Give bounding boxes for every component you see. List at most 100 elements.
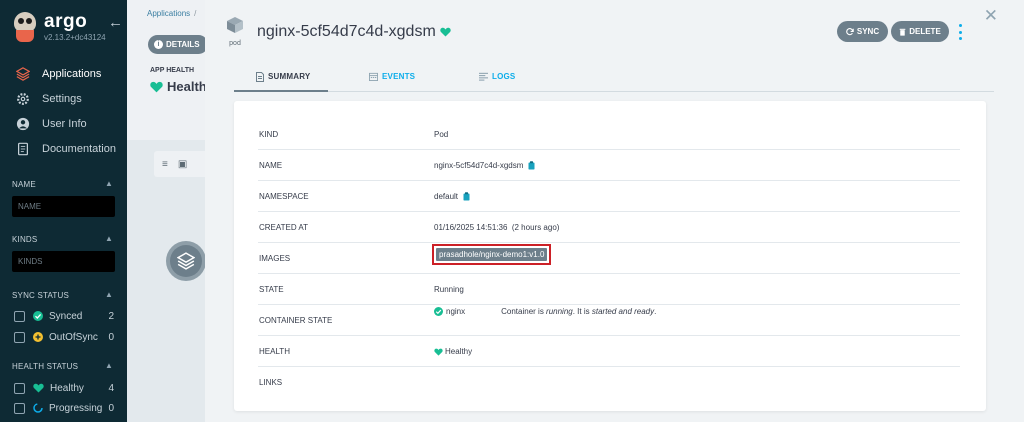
layers-icon [177,252,195,270]
summary-card: KIND Pod NAME nginx-5cf54d7c4d-xgdsm NAM… [234,101,986,411]
heart-icon [440,27,451,37]
details-button[interactable]: i DETAILS [148,35,205,54]
app-health-status: Healthy [150,79,205,94]
sidebar-item-label: Applications [42,68,102,80]
out-of-sync-icon [33,332,43,342]
app-health-label: APP HEALTH [150,67,195,74]
sidebar-item-applications[interactable]: Applications [0,62,127,86]
tab-events[interactable]: EVENTS [369,66,415,92]
filter-title: NAME [12,180,36,189]
delete-button[interactable]: DELETE [891,21,949,42]
kinds-filter-input[interactable] [12,251,115,272]
list-view-icon[interactable]: ≡ [162,159,168,170]
copy-clipboard-icon[interactable] [463,192,470,201]
argo-logo[interactable]: argo v2.13.2+dc43124 [12,12,106,44]
summary-row-namespace: NAMESPACE default [258,181,960,212]
heart-icon [33,383,44,393]
running-check-icon [434,307,443,316]
filter-option-count: 4 [108,382,114,394]
highlight-box: prasadhole/nginx-demo1:v1.0 [432,244,552,265]
field-value: nginx-5cf54d7c4d-xgdsm [434,161,524,170]
sidebar-item-label: Settings [42,93,82,105]
field-value-container: nginx-5cf54d7c4d-xgdsm [434,150,535,181]
tab-logs[interactable]: LOGS [479,66,515,92]
pod-kind-badge: pod [224,16,246,47]
summary-row-health: HEALTH Healthy [258,336,960,367]
name-filter-input[interactable] [12,196,115,217]
sync-button[interactable]: SYNC [837,21,888,42]
filter-option-progressing[interactable]: Progressing 0 [14,401,114,415]
filter-option-label: Healthy [50,382,84,394]
calendar-icon [369,72,378,81]
filter-option-synced[interactable]: Synced 2 [14,309,114,323]
filter-sync-status-heading[interactable]: SYNC STATUS ▲ [12,290,113,300]
field-key: HEALTH [259,347,290,356]
container-status-description: Container is running. It is started and … [501,307,657,316]
sidebar-item-documentation[interactable]: Documentation [0,137,127,161]
sidebar-nav: Applications Settings User Info Document… [0,62,127,162]
version-label: v2.13.2+dc43124 [44,33,106,42]
filter-title: SYNC STATUS [12,291,70,300]
tab-summary[interactable]: SUMMARY [234,66,328,92]
breadcrumb-separator: / [194,9,197,18]
resource-name: nginx-5cf54d7c4d-xgdsm [257,23,436,40]
resource-details-panel: ✕ pod nginx-5cf54d7c4d-xgdsm SYNC DELETE… [205,0,1024,422]
info-icon: i [154,40,163,49]
gear-icon [16,92,30,106]
breadcrumb: Applications / [147,9,196,18]
more-actions-kebab-icon[interactable] [956,24,964,40]
sidebar-item-settings[interactable]: Settings [0,87,127,111]
checkbox[interactable] [14,382,25,394]
summary-row-links: LINKS [258,367,960,398]
chevron-up-icon: ▲ [105,234,114,243]
field-key: CONTAINER STATE [259,316,333,325]
summary-icon [256,72,264,82]
field-key: KIND [259,130,279,139]
collapse-sidebar-arrow-icon[interactable]: ← [108,14,123,31]
breadcrumb-applications-link[interactable]: Applications [147,9,190,18]
checkbox[interactable] [14,331,25,343]
checkbox[interactable] [14,310,25,322]
filter-option-out-of-sync[interactable]: OutOfSync 0 [14,330,114,344]
filter-option-label: Synced [49,310,83,322]
resource-kind-label: pod [229,40,241,47]
sidebar-item-user-info[interactable]: User Info [0,112,127,136]
resource-tree-node[interactable] [166,241,205,281]
details-button-label: DETAILS [166,40,200,49]
synced-check-icon [33,311,43,321]
field-key: NAMESPACE [259,192,309,201]
field-key: NAME [259,161,283,170]
sidebar-item-label: Documentation [42,143,116,155]
view-toolbar: ≡ ▣ [154,151,205,177]
container-state-value: nginx Container is running. It is starte… [434,307,656,316]
app-health-value: Healthy [167,79,205,94]
docs-icon [16,142,30,156]
filter-health-status-heading[interactable]: HEALTH STATUS ▲ [12,361,113,371]
chevron-up-icon: ▲ [105,361,114,370]
close-icon[interactable]: ✕ [984,6,998,26]
layers-icon [16,67,30,81]
field-key: CREATED AT [259,223,309,232]
filter-option-healthy[interactable]: Healthy 4 [14,381,114,395]
image-tag-chip[interactable]: prasadhole/nginx-demo1:v1.0 [436,248,548,261]
field-value: Pod [434,130,449,139]
panel-tabs: SUMMARY EVENTS LOGS [234,66,994,92]
summary-row-created-at: CREATED AT 01/16/2025 14:51:36 (2 hours … [258,212,960,243]
filter-kinds-heading[interactable]: KINDS ▲ [12,234,113,244]
chevron-up-icon: ▲ [105,290,114,299]
field-key: IMAGES [259,254,291,263]
tree-view-icon[interactable]: ▣ [178,159,187,170]
field-value: Healthy [445,347,473,356]
checkbox[interactable] [14,402,25,414]
tab-label: LOGS [492,72,516,81]
tab-label: EVENTS [382,72,416,81]
trash-icon [899,28,906,36]
filter-option-count: 0 [108,402,114,414]
copy-clipboard-icon[interactable] [528,161,535,170]
summary-row-name: NAME nginx-5cf54d7c4d-xgdsm [258,150,960,181]
field-value-container: default [434,181,470,212]
tab-label: SUMMARY [268,72,311,81]
filter-name-heading[interactable]: NAME ▲ [12,179,113,189]
delete-button-label: DELETE [909,27,941,36]
resource-title: nginx-5cf54d7c4d-xgdsm [257,23,451,41]
